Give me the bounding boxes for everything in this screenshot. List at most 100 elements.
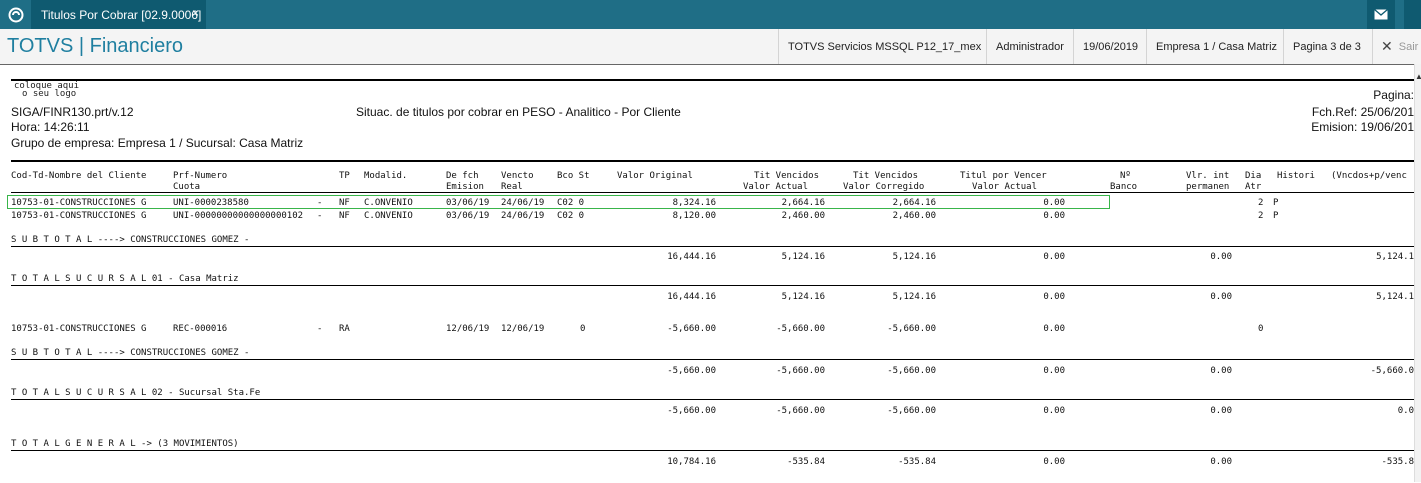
suc-por-vencer: 0.00 (1043, 406, 1065, 416)
logo-text-2: o seu logo (22, 89, 77, 99)
subtotal-por-vencer: 0.00 (1043, 252, 1065, 262)
general-venc-corr: -535.84 (898, 457, 936, 467)
col-banco: Banco (1110, 182, 1138, 192)
fch-ref: Fch.Ref: 25/06/201 (1311, 105, 1414, 119)
col-vncdos: (Vncdos+p/venc (1331, 171, 1407, 181)
row-venc-act: -5,660.00 (776, 324, 825, 334)
total-general-label: T O T A L G E N E R A L -> (3 MOVIMIENTO… (11, 439, 239, 449)
subtotal-venc-act: -5,660.00 (776, 366, 825, 376)
exit-button[interactable]: ✕ Sair (1372, 29, 1421, 64)
suc-orig: -5,660.00 (667, 406, 716, 416)
subtotal-vlr-int: 0.00 (1210, 252, 1232, 262)
row-dash: - (317, 198, 323, 208)
row-emision: 12/06/19 (446, 324, 490, 334)
subtotal-orig: 16,444.16 (667, 252, 716, 262)
row-venc-corr: -5,660.00 (887, 324, 936, 334)
row-cliente: 10753-01-CONSTRUCCIONES G (11, 198, 147, 208)
rule (11, 246, 1414, 247)
suc-orig: 16,444.16 (667, 292, 716, 302)
row-cliente: 10753-01-CONSTRUCCIONES G (11, 324, 147, 334)
company-info[interactable]: Empresa 1 / Casa Matriz (1146, 29, 1283, 64)
row-dia: 2 (1258, 198, 1264, 208)
scroll-up-icon[interactable]: ▲ (1415, 72, 1421, 81)
col-bco-st: Bco St (557, 171, 590, 181)
row-orig: 8,324.16 (672, 198, 716, 208)
app-title: TOTVS | Financiero (7, 35, 183, 57)
row-por-vencer: 0.00 (1043, 211, 1065, 221)
rule (11, 450, 1414, 451)
col-dia: Dia (1245, 171, 1262, 181)
date-info[interactable]: 19/06/2019 (1073, 29, 1146, 64)
tab-titulos-por-cobrar[interactable]: Titulos Por Cobrar [02.9.0006] (31, 0, 206, 29)
col-tit-vencidos-1: Tit Vencidos (754, 171, 820, 181)
row-bco: 0 (580, 324, 586, 334)
environment-info[interactable]: TOTVS Servicios MSSQL P12_17_mex (778, 29, 987, 64)
total-sucursal-label: T O T A L S U C U R S A L 02 - Sucursal … (11, 388, 261, 398)
general-orig: 10,784.16 (667, 457, 716, 467)
report-preview: coloque aqui o seu logo Pagina: SIGA/FIN… (0, 64, 1414, 483)
suc-por-vencer: 0.00 (1043, 292, 1065, 302)
row-dash: - (317, 324, 323, 334)
row-venc-act: 2,664.16 (781, 198, 825, 208)
page-info: Pagina 3 de 3 (1283, 29, 1372, 64)
grupo-empresa: Grupo de empresa: Empresa 1 / Sucursal: … (11, 136, 304, 150)
row-cliente: 10753-01-CONSTRUCCIONES G (11, 211, 147, 221)
row-tp: RA (339, 324, 350, 334)
top-bar: Titulos Por Cobrar [02.9.0006] × (0, 0, 1421, 29)
row-hist: P (1273, 198, 1279, 208)
col-cuota: Cuota (173, 182, 201, 192)
subtotal-orig: -5,660.00 (667, 366, 716, 376)
pagina-label: Pagina: (1373, 88, 1414, 102)
suc-venc-act: -5,660.00 (776, 406, 825, 416)
topbar-right-edge (1404, 0, 1421, 29)
app-header: TOTVS | Financiero TOTVS Servicios MSSQL… (0, 29, 1421, 65)
row-bco: C02 0 (557, 198, 585, 208)
program-name: SIGA/FINR130.prt/v.12 (11, 105, 134, 119)
row-tp: NF (339, 211, 350, 221)
rule (11, 192, 1414, 193)
col-titul-por-vencer: Titul por Vencer (960, 171, 1047, 181)
mail-icon[interactable] (1367, 0, 1395, 29)
tab-label: Titulos Por Cobrar [02.9.0006] (41, 7, 202, 22)
rule (11, 399, 1414, 400)
col-valor-corregido: Valor Corregido (843, 182, 925, 192)
totvs-logo-icon[interactable] (3, 3, 29, 27)
col-modalid: Modalid. (364, 171, 408, 181)
row-dash: - (317, 211, 323, 221)
row-dia: 2 (1258, 211, 1264, 221)
row-por-vencer: 0.00 (1043, 198, 1065, 208)
subtotal-vncdos: 5,124.1 (1376, 252, 1414, 262)
col-valor-actual-2: Valor Actual (972, 182, 1038, 192)
row-modalid: C.ONVENIO (364, 198, 413, 208)
row-venc-corr: 2,460.00 (892, 211, 936, 221)
col-atr: Atr (1245, 182, 1262, 192)
col-cliente: Cod-Td-Nombre del Cliente (11, 171, 147, 181)
row-dia: 0 (1258, 324, 1264, 334)
col-emision: Emision (446, 182, 484, 192)
suc-vlr-int: 0.00 (1210, 406, 1232, 416)
emision: Emision: 19/06/201 (1311, 120, 1414, 134)
row-bco: C02 0 (557, 211, 585, 221)
subtotal-venc-corr: 5,124.16 (892, 252, 936, 262)
row-vencto: 24/06/19 (501, 198, 545, 208)
subtotal-vlr-int: 0.00 (1210, 366, 1232, 376)
subtotal-por-vencer: 0.00 (1043, 366, 1065, 376)
user-info[interactable]: Administrador (986, 29, 1073, 64)
general-por-vencer: 0.00 (1043, 457, 1065, 467)
col-valor-actual-1: Valor Actual (743, 182, 809, 192)
row-modalid: C.ONVENIO (364, 211, 413, 221)
col-histori: Histori (1277, 171, 1315, 181)
general-vncdos: -535.8 (1381, 457, 1414, 467)
suc-vncdos: 0.0 (1397, 406, 1414, 416)
row-por-vencer: 0.00 (1043, 324, 1065, 334)
vertical-scrollbar[interactable]: ▲ (1414, 64, 1421, 482)
col-tp: TP (339, 171, 350, 181)
suc-venc-corr: -5,660.00 (887, 406, 936, 416)
col-tit-vencidos-2: Tit Vencidos (853, 171, 919, 181)
row-numero: REC-000016 (173, 324, 228, 334)
suc-vlr-int: 0.00 (1210, 292, 1232, 302)
tab-close-icon[interactable]: × (192, 6, 199, 20)
rule (11, 160, 1414, 162)
row-orig: -5,660.00 (667, 324, 716, 334)
row-tp: NF (339, 198, 350, 208)
